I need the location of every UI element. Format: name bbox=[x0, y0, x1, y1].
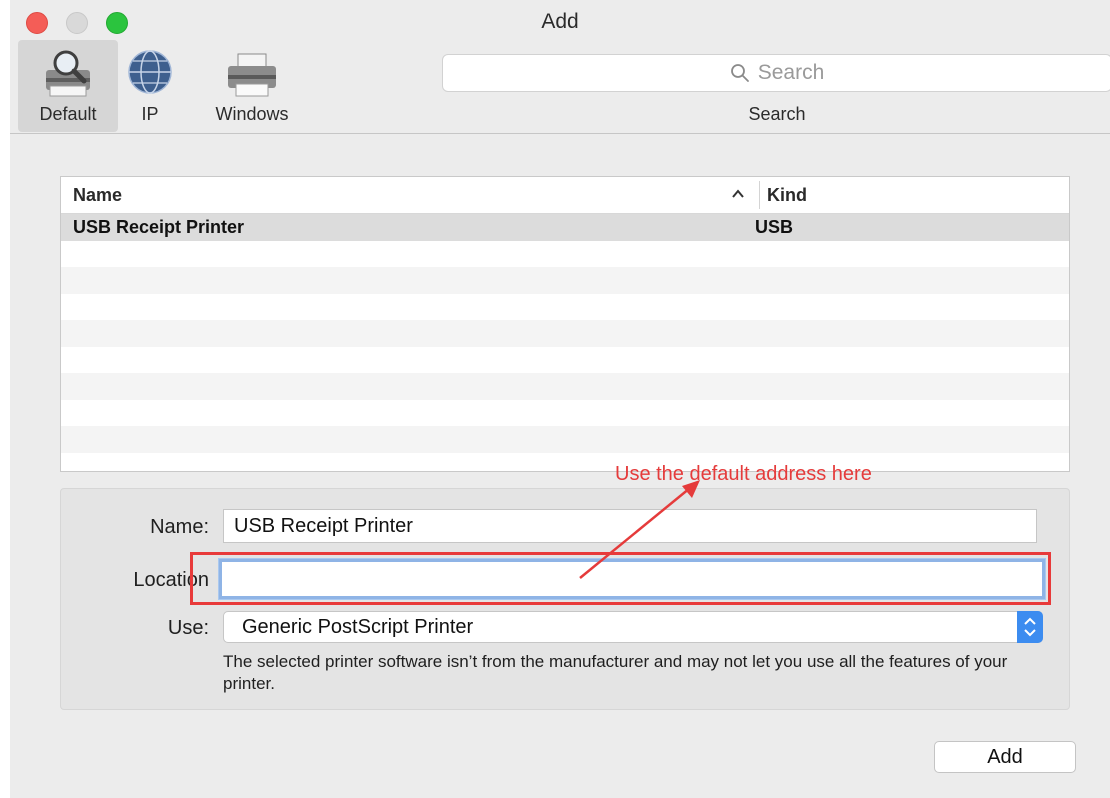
list-header: Name Kind bbox=[61, 177, 1069, 214]
name-label: Name: bbox=[150, 516, 209, 538]
empty-row bbox=[61, 320, 1069, 347]
title-bar: Add bbox=[10, 0, 1110, 40]
printer-name-cell: USB Receipt Printer bbox=[73, 217, 245, 237]
empty-row bbox=[61, 426, 1069, 453]
tab-default[interactable]: Default bbox=[18, 40, 118, 132]
empty-row bbox=[61, 347, 1069, 374]
search-placeholder-wrap: Search bbox=[443, 61, 1110, 85]
tab-default-label: Default bbox=[39, 104, 97, 124]
column-divider[interactable] bbox=[759, 181, 760, 209]
search-placeholder: Search bbox=[757, 61, 825, 84]
driver-warning-note: The selected printer software isn’t from… bbox=[223, 652, 1008, 693]
tab-windows-label: Windows bbox=[215, 104, 289, 124]
add-button[interactable]: Add bbox=[934, 741, 1076, 773]
empty-row bbox=[61, 294, 1069, 321]
toolbar: Default IP Windows Search Search bbox=[10, 40, 1110, 134]
tab-ip[interactable]: IP bbox=[120, 40, 180, 132]
add-printer-window: Add Default IP Windows Search Search Nam… bbox=[10, 0, 1110, 798]
table-row[interactable]: USB Receipt Printer USB bbox=[61, 214, 1069, 241]
search-input[interactable]: Search bbox=[442, 54, 1110, 92]
empty-row bbox=[61, 400, 1069, 427]
globe-icon bbox=[128, 50, 172, 94]
empty-row bbox=[61, 373, 1069, 400]
popup-arrows-icon bbox=[1017, 611, 1043, 643]
column-header-name[interactable]: Name bbox=[73, 185, 122, 206]
use-driver-select[interactable]: Generic PostScript Printer bbox=[223, 611, 1043, 643]
annotation-arrow bbox=[579, 480, 700, 579]
use-label: Use: bbox=[167, 617, 209, 639]
column-header-kind[interactable]: Kind bbox=[767, 185, 807, 206]
tab-windows[interactable]: Windows bbox=[192, 40, 312, 132]
magnifier-printer-icon bbox=[46, 50, 90, 97]
window-title: Add bbox=[541, 10, 579, 33]
sort-ascending-icon[interactable] bbox=[731, 187, 745, 201]
tab-ip-label: IP bbox=[141, 104, 159, 124]
printer-kind-cell: USB bbox=[755, 217, 794, 237]
empty-row bbox=[61, 267, 1069, 294]
search-label: Search bbox=[748, 104, 806, 124]
printer-list[interactable]: Name Kind USB Receipt Printer USB bbox=[60, 176, 1070, 472]
empty-row bbox=[61, 241, 1069, 268]
printer-icon bbox=[228, 53, 276, 97]
list-rows: USB Receipt Printer USB bbox=[61, 214, 1069, 471]
search-icon bbox=[730, 64, 749, 83]
use-driver-value: Generic PostScript Printer bbox=[242, 616, 474, 638]
